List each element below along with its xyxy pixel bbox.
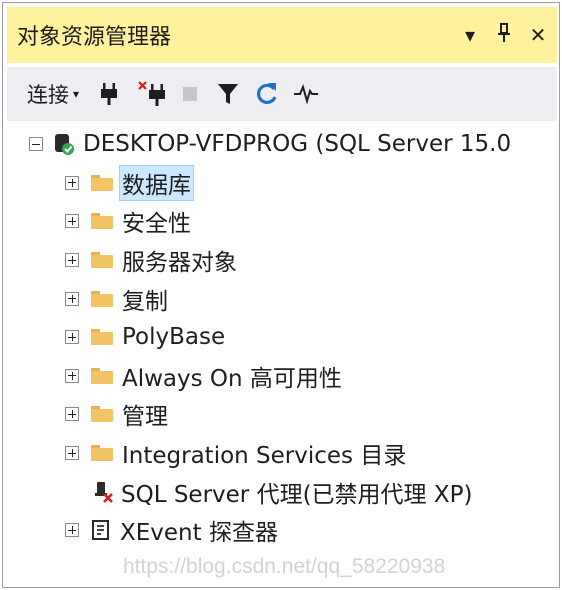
panel-title: 对象资源管理器	[17, 25, 172, 50]
folder-icon	[91, 406, 113, 423]
panel-title-bar: 对象资源管理器 ▾ ✕	[7, 7, 557, 63]
object-explorer-toolbar: 连接 ▾	[7, 67, 557, 121]
tree-node-security[interactable]: 安全性	[7, 202, 559, 241]
xevent-profiler-icon	[91, 519, 111, 541]
connect-dropdown-button[interactable]: 连接 ▾	[27, 76, 79, 112]
connect-plug-icon[interactable]	[99, 76, 119, 112]
tree-node-label: PolyBase	[122, 324, 226, 351]
expand-toggle-icon[interactable]	[65, 175, 79, 190]
tree-node-label: 管理	[122, 404, 168, 431]
tree-node-label: XEvent 探查器	[120, 520, 278, 547]
tree-node-label: SQL Server 代理(已禁用代理 XP)	[121, 481, 473, 508]
expand-toggle-icon[interactable]	[65, 446, 79, 461]
tree-node-management[interactable]: 管理	[7, 395, 559, 434]
tree-node-label: 安全性	[122, 211, 191, 238]
tree-node-always-on[interactable]: Always On 高可用性	[7, 357, 559, 396]
activity-monitor-icon[interactable]	[293, 76, 319, 112]
object-explorer-tree: DESKTOP-VFDPROG (SQL Server 15.0 数据库 安全性…	[7, 125, 559, 550]
server-connected-icon	[53, 132, 75, 156]
window-position-dropdown-icon[interactable]: ▾	[455, 23, 485, 47]
folder-icon	[91, 329, 113, 346]
tree-node-databases[interactable]: 数据库	[7, 164, 559, 203]
server-label: DESKTOP-VFDPROG (SQL Server 15.0	[83, 131, 512, 158]
tree-node-sql-agent[interactable]: SQL Server 代理(已禁用代理 XP)	[7, 472, 559, 511]
connect-label: 连接	[27, 83, 69, 107]
expand-toggle-icon[interactable]	[65, 214, 79, 229]
tree-node-label: 服务器对象	[122, 250, 237, 277]
expand-toggle-icon[interactable]	[65, 523, 79, 538]
chevron-down-icon: ▾	[73, 87, 80, 101]
expand-toggle-icon[interactable]	[65, 330, 79, 345]
expand-toggle-icon[interactable]	[65, 291, 79, 306]
expand-toggle-icon[interactable]	[65, 253, 79, 268]
auto-hide-pin-icon[interactable]	[489, 22, 519, 49]
folder-icon	[91, 213, 113, 230]
tree-node-server[interactable]: DESKTOP-VFDPROG (SQL Server 15.0	[7, 125, 559, 164]
expand-toggle-icon[interactable]	[65, 368, 79, 383]
expand-toggle-icon[interactable]	[65, 407, 79, 422]
refresh-icon[interactable]	[255, 76, 279, 112]
tree-node-server-objects[interactable]: 服务器对象	[7, 241, 559, 280]
tree-node-polybase[interactable]: PolyBase	[7, 318, 559, 357]
object-explorer-panel: 对象资源管理器 ▾ ✕ 连接 ▾ DESKTOP-VFDPROG (SQL Se…	[2, 2, 560, 588]
filter-icon[interactable]	[217, 76, 239, 112]
folder-icon	[91, 367, 113, 384]
folder-icon	[91, 174, 113, 191]
tree-node-label: Always On 高可用性	[122, 365, 342, 392]
stop-icon	[181, 76, 199, 112]
collapse-toggle-icon[interactable]	[29, 137, 43, 152]
tree-node-integration-services[interactable]: Integration Services 目录	[7, 434, 559, 473]
close-icon[interactable]: ✕	[523, 23, 553, 47]
folder-icon	[91, 290, 113, 307]
watermark-url: https://blog.csdn.net/qq_58220938	[123, 555, 446, 578]
sql-agent-disabled-icon	[93, 480, 115, 504]
tree-node-replication[interactable]: 复制	[7, 279, 559, 318]
tree-node-xevent-profiler[interactable]: XEvent 探查器	[7, 511, 559, 550]
tree-node-label: 复制	[122, 288, 168, 315]
folder-icon	[91, 445, 113, 462]
folder-icon	[91, 252, 113, 269]
disconnect-icon[interactable]	[137, 76, 167, 112]
tree-node-label: 数据库	[119, 164, 194, 201]
tree-node-label: Integration Services 目录	[122, 443, 407, 470]
